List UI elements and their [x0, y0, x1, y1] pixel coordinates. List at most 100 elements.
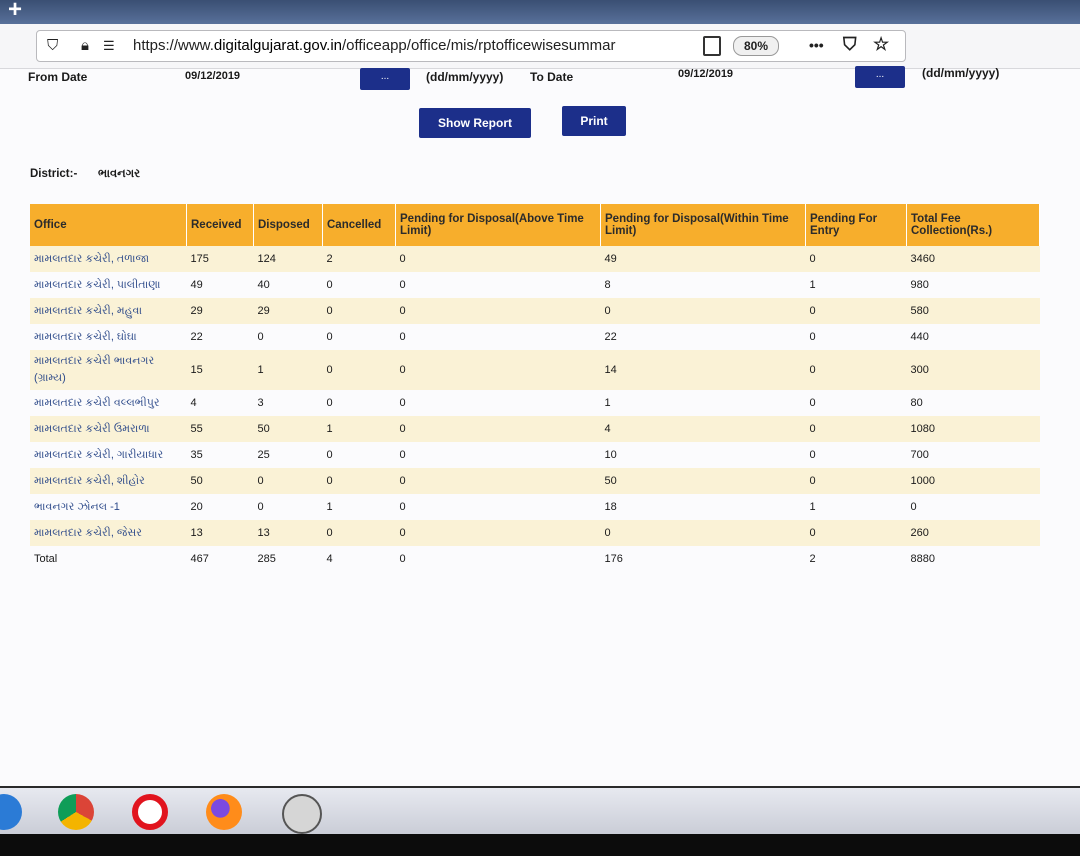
pending-within-cell: 49 [600, 246, 806, 272]
os-taskbar [0, 786, 1080, 836]
cancelled-cell: 0 [326, 331, 333, 343]
total-fee-cell: 580 [906, 298, 1040, 324]
office-cell: મામલતદાર કચેરી, તળાજા [30, 246, 187, 272]
pending-within-cell: 22 [604, 331, 617, 343]
pending-entry-cell: 0 [805, 520, 907, 546]
table-row: મામલતદાર કચેરી, મહુવા 29 29 0 0 0 0 580 [30, 298, 1040, 324]
pending-above-cell: 0 [395, 468, 601, 494]
disposed-cell: 13 [253, 520, 323, 546]
url-text[interactable]: https://www.digitalgujarat.gov.in/office… [133, 37, 658, 54]
pending-above-cell: 0 [399, 279, 406, 291]
pending-above-cell: 0 [395, 416, 601, 442]
total-pending-above: 0 [399, 553, 406, 565]
disposed-cell: 0 [253, 468, 323, 494]
office-cell: મામલતદાર કચેરી, પાલીતાણા [34, 278, 161, 291]
from-date-label: From Date [28, 70, 88, 84]
from-date-format-hint: (dd/mm/yyyy) [426, 70, 504, 84]
disposed-cell: 0 [257, 331, 264, 343]
cancelled-cell: 0 [322, 520, 396, 546]
address-bar[interactable]: ⛉ 🔒︎ ☰ https://www.digitalgujarat.gov.in… [36, 30, 906, 62]
total-fee-cell: 300 [906, 350, 1040, 390]
total-fee-cell: 3460 [906, 246, 1040, 272]
cancelled-cell: 0 [322, 298, 396, 324]
from-date-field[interactable]: 09/12/2019 [185, 70, 240, 82]
received-cell: 50 [186, 468, 254, 494]
pending-within-cell: 18 [604, 501, 617, 513]
pending-entry-cell: 0 [805, 468, 907, 494]
pocket-icon[interactable]: ⛉ [843, 34, 857, 55]
zoom-level-badge[interactable]: 80% [733, 36, 779, 56]
disposed-cell: 0 [257, 501, 264, 513]
header-pending-above-limit: Pending for Disposal(Above Time Limit) [395, 204, 601, 246]
disposed-cell: 124 [253, 246, 323, 272]
bookmark-star-icon[interactable]: ☆ [873, 34, 889, 55]
cancelled-cell: 0 [326, 279, 333, 291]
received-cell: 15 [186, 350, 254, 390]
header-received: Received [186, 204, 254, 246]
total-pending-within: 176 [604, 553, 623, 565]
pending-above-cell: 0 [399, 449, 406, 461]
pending-entry-cell: 0 [805, 350, 907, 390]
edge-browser-icon[interactable] [0, 794, 22, 830]
shield-icon[interactable]: ⛉ [47, 37, 58, 54]
permissions-icon[interactable]: ☰ [103, 38, 115, 54]
received-cell: 4 [190, 397, 197, 409]
received-cell: 175 [186, 246, 254, 272]
pending-within-cell: 10 [604, 449, 617, 461]
office-cell: મામલતદાર કચેરી ઉમરાળા [30, 416, 187, 442]
cancelled-cell: 0 [326, 397, 333, 409]
show-report-button[interactable]: Show Report [419, 108, 531, 138]
total-fee-cell: 700 [910, 449, 929, 461]
to-date-picker-button[interactable]: ... [855, 66, 905, 88]
office-cell: મામલતદાર કચેરી ભાવનગર (ગ્રામ્ય) [30, 350, 187, 390]
url-domain: digitalgujarat.gov.in [213, 37, 342, 54]
total-fee-cell: 260 [906, 520, 1040, 546]
table-row: મામલતદાર કચેરી ભાવનગર (ગ્રામ્ય) 15 1 0 0… [30, 350, 1040, 390]
print-button[interactable]: Print [562, 106, 626, 136]
received-cell: 13 [186, 520, 254, 546]
disposed-cell: 25 [257, 449, 270, 461]
total-row: Total 467 285 4 0 176 2 8880 [30, 546, 1040, 572]
office-cell: મામલતદાર કચેરી, શીહોર [30, 468, 187, 494]
cancelled-cell: 0 [322, 350, 396, 390]
page-actions-menu-icon[interactable]: ••• [809, 37, 824, 53]
pending-entry-cell: 0 [805, 298, 907, 324]
total-label: Total [34, 553, 58, 565]
chrome-icon[interactable] [58, 794, 94, 830]
to-date-format-hint: (dd/mm/yyyy) [922, 66, 1000, 80]
lock-icon[interactable]: 🔒︎ [81, 37, 89, 54]
url-path: /officeapp/office/mis/rptofficewisesumma… [342, 37, 616, 54]
table-row: મામલતદાર કચેરી, જેસર 13 13 0 0 0 0 260 [30, 520, 1040, 546]
table-header-row: Office Received Disposed Cancelled Pendi… [30, 204, 1040, 246]
app-icon[interactable] [282, 794, 322, 834]
table-row: મામલતદાર કચેરી ઉમરાળા 55 50 1 0 4 0 1080 [30, 416, 1040, 442]
pending-above-cell: 0 [399, 501, 406, 513]
from-date-picker-button[interactable]: ... [360, 68, 410, 90]
reader-view-icon[interactable] [703, 36, 721, 56]
firefox-icon[interactable] [206, 794, 242, 830]
total-received: 467 [190, 553, 209, 565]
url-prefix: https://www. [133, 37, 214, 54]
office-cell: મામલતદાર કચેરી, ગારીયાધાર [34, 448, 164, 461]
disposed-cell: 3 [257, 397, 264, 409]
total-fee-cell: 980 [910, 279, 929, 291]
new-tab-plus-icon[interactable]: + [8, 0, 22, 24]
header-pending-within-limit: Pending for Disposal(Within Time Limit) [600, 204, 806, 246]
received-cell: 20 [190, 501, 203, 513]
pending-entry-cell: 0 [809, 331, 816, 343]
pending-above-cell: 0 [395, 350, 601, 390]
table-row: મામલતદાર કચેરી, ગારીયાધાર 35 25 0 0 10 0… [30, 442, 1040, 468]
pending-entry-cell: 1 [809, 501, 816, 513]
pending-within-cell: 0 [600, 520, 806, 546]
pending-within-cell: 0 [600, 298, 806, 324]
total-disposed: 285 [257, 553, 276, 565]
opera-icon[interactable] [132, 794, 168, 830]
office-cell: મામલતદાર કચેરી, ઘોઘા [34, 330, 137, 343]
received-cell: 55 [186, 416, 254, 442]
table-row: મામલતદાર કચેરી, તળાજા 175 124 2 0 49 0 3… [30, 246, 1040, 272]
to-date-field[interactable]: 09/12/2019 [678, 68, 733, 80]
report-page: From Date 09/12/2019 ... (dd/mm/yyyy) To… [0, 66, 1080, 786]
cancelled-cell: 1 [326, 501, 333, 513]
pending-entry-cell: 1 [809, 279, 816, 291]
table-row: મામલતદાર કચેરી વલ્લભીપુર 4 3 0 0 1 0 80 [30, 390, 1040, 416]
